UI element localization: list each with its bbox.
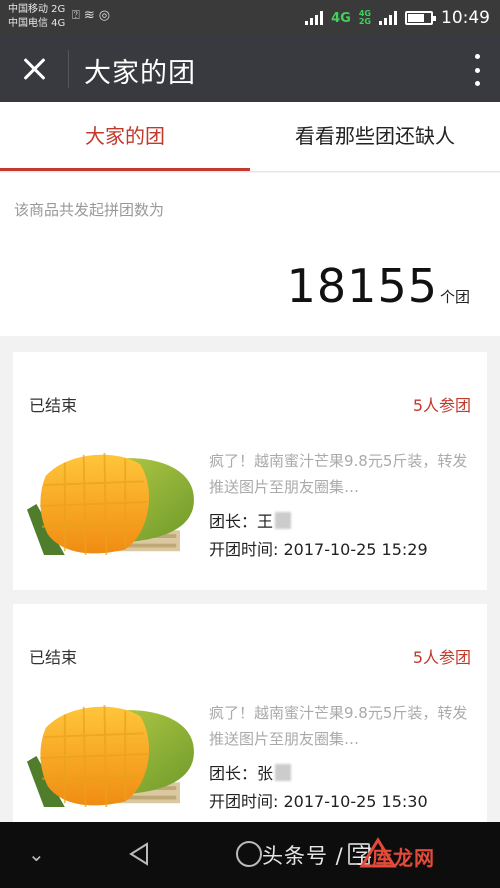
back-icon[interactable] (128, 842, 150, 866)
more-vertical-icon[interactable] (470, 54, 484, 86)
carrier-2: 中国电信 4G (8, 18, 66, 29)
product-thumbnail (27, 452, 195, 556)
watermark-text: 头条号 / 字 (262, 844, 374, 868)
group-open-time: 开团时间: 2017-10-25 15:30 (209, 792, 428, 811)
signal-icon-2 (379, 11, 397, 25)
group-status: 已结束 (29, 396, 78, 415)
redacted-name (275, 764, 292, 781)
tab-bar: 大家的团 看看那些团还缺人 (0, 102, 500, 172)
product-description: 疯了！越南蜜汁芒果9.8元5斤装，转发推送图片至朋友圈集… (209, 452, 468, 496)
divider (68, 50, 69, 88)
participant-count: 5人参团 (412, 648, 471, 667)
product-description: 疯了！越南蜜汁芒果9.8元5斤装，转发推送图片至朋友圈集… (209, 704, 468, 748)
tab-groups-missing-people[interactable]: 看看那些团还缺人 (250, 102, 500, 171)
summary-label: 该商品共发起拼团数为 (14, 201, 165, 219)
group-count-number: 18155 (286, 259, 438, 313)
group-count-summary: 该商品共发起拼团数为 18155 个团 (0, 173, 500, 336)
summary-count: 18155 个团 (287, 259, 470, 313)
wifi-icon: ≋ (83, 8, 99, 23)
status-bar: 中国移动 2G 中国电信 4G ⍰≋◎ 4G 4G 2G 10:49 (0, 0, 500, 36)
close-icon[interactable] (18, 53, 50, 85)
status-right: 4G 4G 2G 10:49 (305, 6, 490, 30)
tab-everyone-groups[interactable]: 大家的团 (0, 102, 250, 171)
home-icon[interactable] (236, 841, 262, 867)
carrier-1: 中国移动 2G (8, 4, 66, 15)
group-leader: 团长：王 (209, 508, 292, 532)
network-type: 4G (331, 10, 351, 26)
group-status: 已结束 (29, 648, 78, 667)
signal-icon (305, 11, 324, 25)
watermark-logo-text: 库龙网 (372, 846, 435, 870)
redacted-name (275, 512, 292, 529)
participant-count: 5人参团 (412, 396, 471, 415)
group-card[interactable]: 已结束 5人参团 疯了！越南蜜汁芒果9.8元5斤装，转发推送图片至朋友圈集… 团… (13, 352, 487, 590)
chevron-down-icon[interactable]: ⌄ (28, 842, 45, 866)
carrier-info: 中国移动 2G 中国电信 4G (8, 3, 65, 31)
page-title: 大家的团 (84, 58, 196, 89)
network-type-small: 4G 2G (358, 9, 371, 26)
group-open-time: 开团时间: 2017-10-25 15:29 (209, 540, 428, 559)
notification-icons: ⍰≋◎ (72, 8, 114, 23)
notification-icon: ◎ (98, 8, 115, 23)
battery-icon (405, 11, 436, 25)
system-nav-bar: ⌄ 头条号 / 字 库龙网 (0, 822, 500, 888)
group-card[interactable]: 已结束 5人参团 疯了！越南蜜汁芒果9.8元5斤装，转发推送图片至朋友圈集… 团… (13, 604, 487, 824)
sim-icon: ⍰ (72, 8, 84, 23)
group-count-unit: 个团 (439, 288, 470, 306)
group-leader: 团长：张 (209, 760, 292, 784)
clock: 10:49 (441, 8, 490, 28)
product-thumbnail (27, 704, 195, 808)
app-bar: 大家的团 (0, 36, 500, 102)
